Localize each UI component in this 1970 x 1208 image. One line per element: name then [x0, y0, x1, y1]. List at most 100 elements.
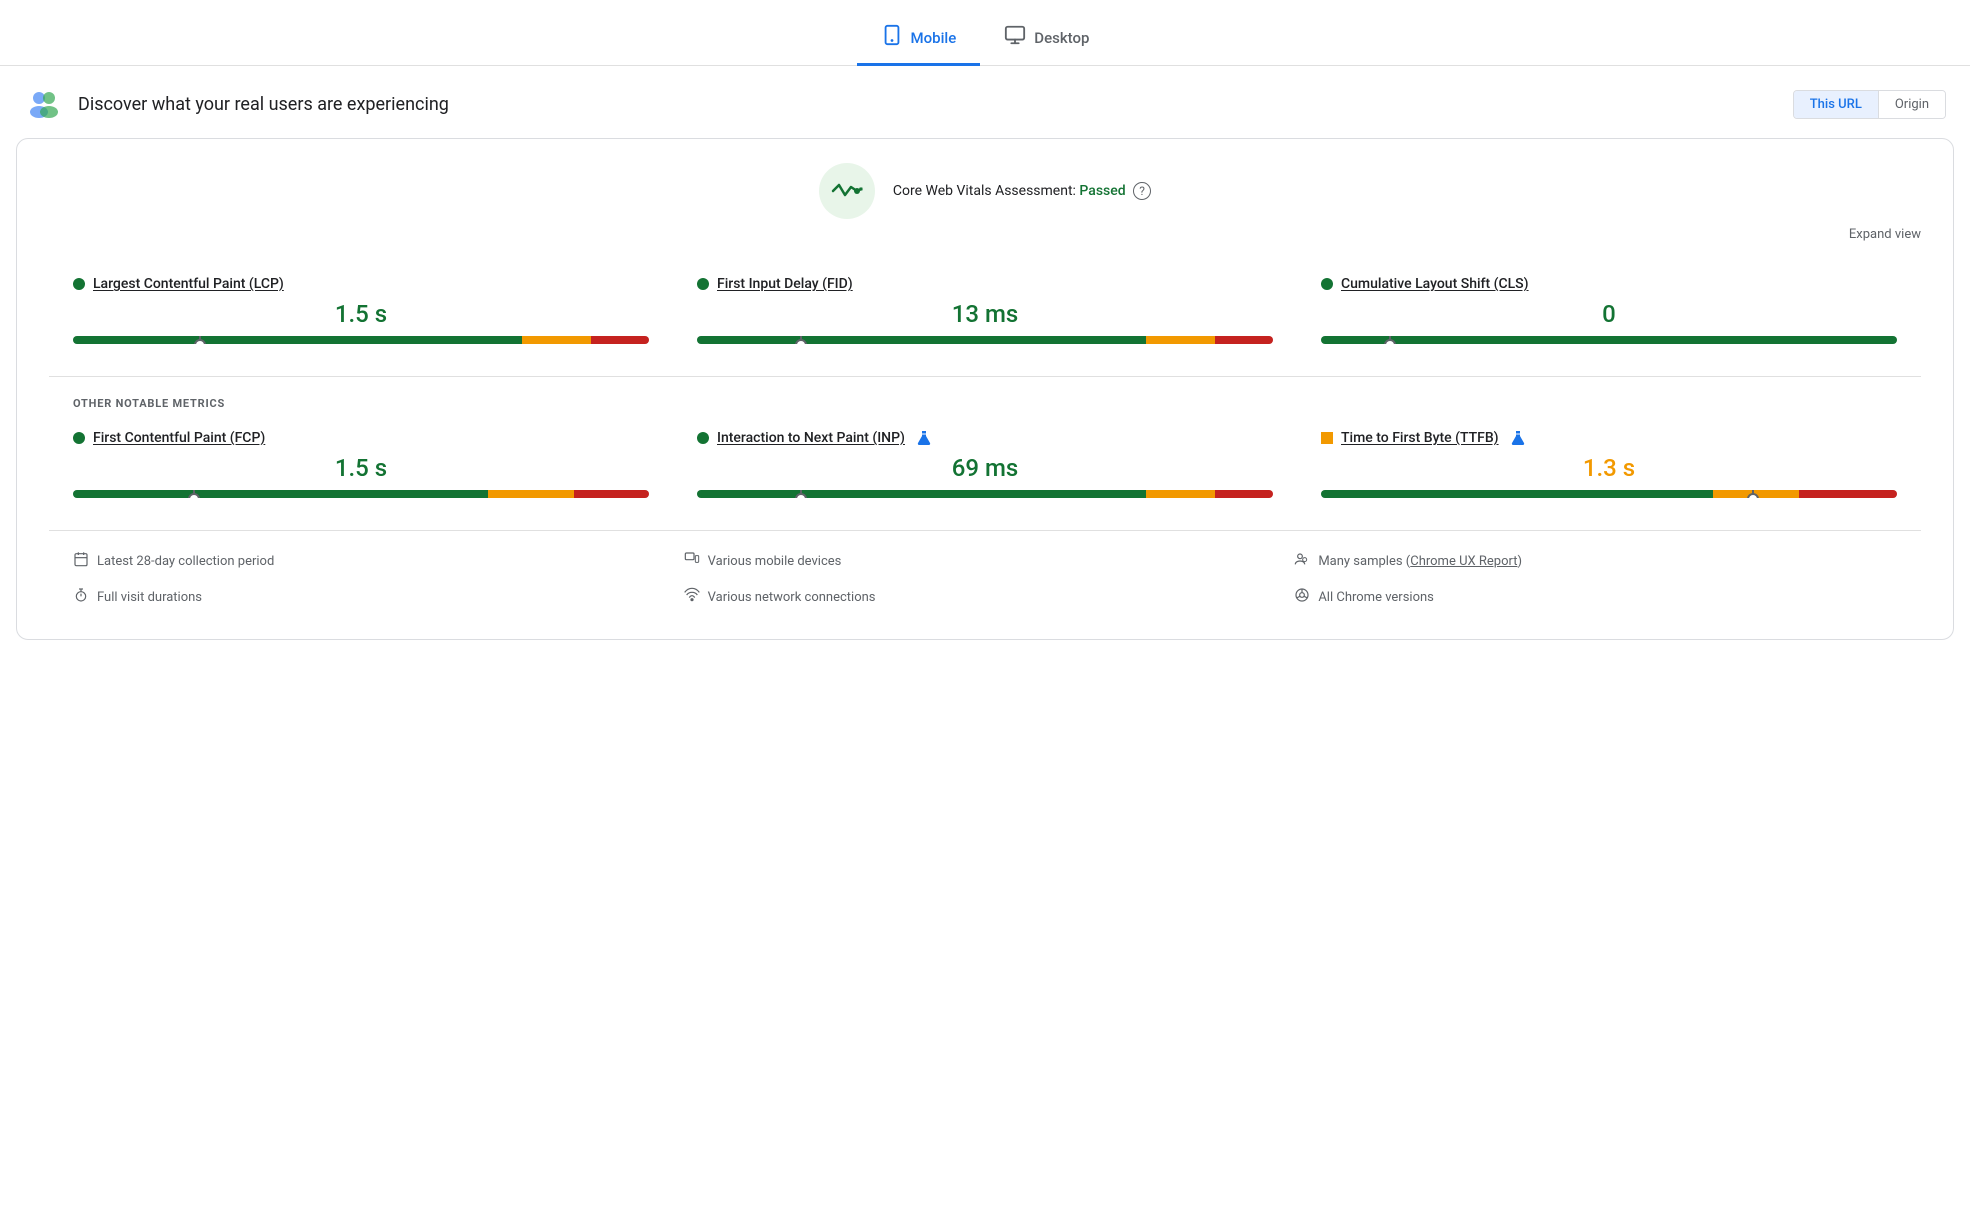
- metric-lcp: Largest Contentful Paint (LCP) 1.5 s: [49, 260, 673, 364]
- mobile-icon: [881, 24, 903, 51]
- cwv-assessment-label: Core Web Vitals Assessment:: [893, 183, 1076, 199]
- samples-text: Many samples (Chrome UX Report): [1318, 554, 1522, 569]
- ttfb-link[interactable]: Time to First Byte (TTFB): [1341, 430, 1499, 446]
- inp-status-dot: [697, 432, 709, 444]
- cls-bar: [1321, 336, 1897, 344]
- cwv-header: Core Web Vitals Assessment: Passed ?: [49, 163, 1921, 219]
- users-avatar-icon: [24, 84, 64, 124]
- origin-button[interactable]: Origin: [1879, 91, 1945, 118]
- cwv-title: Core Web Vitals Assessment: Passed ?: [893, 182, 1151, 200]
- footer-collection-period: Latest 28-day collection period: [73, 547, 676, 575]
- metrics-divider: [49, 376, 1921, 377]
- network-icon: [684, 587, 700, 607]
- inp-bar-red: [1215, 490, 1273, 498]
- fid-bar-marker: [800, 336, 802, 344]
- metric-fid-label: First Input Delay (FID): [697, 276, 1273, 292]
- fcp-bar-track: [73, 490, 649, 498]
- cls-value: 0: [1321, 300, 1897, 328]
- core-metrics-grid: Largest Contentful Paint (LCP) 1.5 s Fir…: [49, 260, 1921, 364]
- inp-lab-icon: [917, 430, 931, 446]
- metric-cls: Cumulative Layout Shift (CLS) 0: [1297, 260, 1921, 364]
- metric-cls-label: Cumulative Layout Shift (CLS): [1321, 276, 1897, 292]
- footer-mobile-devices: Various mobile devices: [684, 547, 1287, 575]
- chrome-icon: [1294, 587, 1310, 607]
- this-url-button[interactable]: This URL: [1794, 91, 1879, 118]
- footer-info: Latest 28-day collection period Various …: [49, 530, 1921, 619]
- footer-full-visit: Full visit durations: [73, 583, 676, 611]
- lcp-link[interactable]: Largest Contentful Paint (LCP): [93, 276, 284, 292]
- fcp-bar-orange: [488, 490, 574, 498]
- footer-chrome-versions: All Chrome versions: [1294, 583, 1897, 611]
- ttfb-bar-red: [1799, 490, 1897, 498]
- tab-mobile[interactable]: Mobile: [857, 12, 981, 66]
- full-visit-text: Full visit durations: [97, 590, 202, 605]
- ttfb-status-dot: [1321, 432, 1333, 444]
- fid-bar: [697, 336, 1273, 344]
- network-text: Various network connections: [708, 590, 876, 605]
- cls-bar-track: [1321, 336, 1897, 344]
- stopwatch-icon: [73, 587, 89, 607]
- tab-mobile-label: Mobile: [911, 29, 957, 47]
- notable-label: OTHER NOTABLE METRICS: [49, 389, 1921, 414]
- cwv-help-icon[interactable]: ?: [1133, 182, 1151, 200]
- inp-bar-green: [697, 490, 1146, 498]
- cwv-icon: [819, 163, 875, 219]
- fcp-bar-red: [574, 490, 649, 498]
- chrome-ux-report-link[interactable]: Chrome UX Report: [1410, 554, 1517, 569]
- mobile-devices-text: Various mobile devices: [708, 554, 842, 569]
- expand-view[interactable]: Expand view: [49, 227, 1921, 242]
- fid-bar-red: [1215, 336, 1273, 344]
- ttfb-bar-marker: [1752, 490, 1754, 498]
- metric-fid: First Input Delay (FID) 13 ms: [673, 260, 1297, 364]
- fid-value: 13 ms: [697, 300, 1273, 328]
- cls-bar-green: [1321, 336, 1897, 344]
- desktop-icon: [1004, 24, 1026, 51]
- cls-status-dot: [1321, 278, 1333, 290]
- fcp-bar-marker: [193, 490, 195, 498]
- fid-bar-track: [697, 336, 1273, 344]
- lcp-bar-track: [73, 336, 649, 344]
- cls-bar-marker: [1389, 336, 1391, 344]
- tab-desktop[interactable]: Desktop: [980, 12, 1113, 66]
- ttfb-bar-track: [1321, 490, 1897, 498]
- metric-lcp-label: Largest Contentful Paint (LCP): [73, 276, 649, 292]
- inp-bar-orange: [1146, 490, 1215, 498]
- fid-bar-green: [697, 336, 1146, 344]
- collection-period-text: Latest 28-day collection period: [97, 554, 274, 569]
- samples-icon: [1294, 551, 1310, 571]
- notable-metrics-grid: First Contentful Paint (FCP) 1.5 s Inter…: [49, 414, 1921, 518]
- tab-desktop-label: Desktop: [1034, 29, 1089, 47]
- lcp-bar-red: [591, 336, 649, 344]
- lcp-bar-green: [73, 336, 522, 344]
- inp-link[interactable]: Interaction to Next Paint (INP): [717, 430, 905, 446]
- metric-ttfb-label: Time to First Byte (TTFB): [1321, 430, 1897, 446]
- metric-fcp-label: First Contentful Paint (FCP): [73, 430, 649, 446]
- calendar-icon: [73, 551, 89, 571]
- lcp-bar-marker: [199, 336, 201, 344]
- devices-icon: [684, 551, 700, 571]
- footer-samples: Many samples (Chrome UX Report): [1294, 547, 1897, 575]
- ttfb-bar: [1321, 490, 1897, 498]
- fcp-value: 1.5 s: [73, 454, 649, 482]
- fcp-link[interactable]: First Contentful Paint (FCP): [93, 430, 265, 446]
- metric-ttfb: Time to First Byte (TTFB) 1.3 s: [1297, 414, 1921, 518]
- ttfb-lab-icon: [1511, 430, 1525, 446]
- lcp-bar-orange: [522, 336, 591, 344]
- lcp-value: 1.5 s: [73, 300, 649, 328]
- inp-bar-marker: [800, 490, 802, 498]
- lcp-bar: [73, 336, 649, 344]
- main-card: Core Web Vitals Assessment: Passed ? Exp…: [16, 138, 1954, 640]
- inp-bar: [697, 490, 1273, 498]
- lcp-status-dot: [73, 278, 85, 290]
- metric-inp: Interaction to Next Paint (INP) 69 ms: [673, 414, 1297, 518]
- section-header-left: Discover what your real users are experi…: [24, 84, 449, 124]
- fid-bar-orange: [1146, 336, 1215, 344]
- fid-status-dot: [697, 278, 709, 290]
- section-title: Discover what your real users are experi…: [78, 94, 449, 115]
- fcp-status-dot: [73, 432, 85, 444]
- cls-link[interactable]: Cumulative Layout Shift (CLS): [1341, 276, 1529, 292]
- fcp-bar-green: [73, 490, 488, 498]
- metric-fcp: First Contentful Paint (FCP) 1.5 s: [49, 414, 673, 518]
- fid-link[interactable]: First Input Delay (FID): [717, 276, 853, 292]
- cwv-status: Passed: [1079, 183, 1125, 199]
